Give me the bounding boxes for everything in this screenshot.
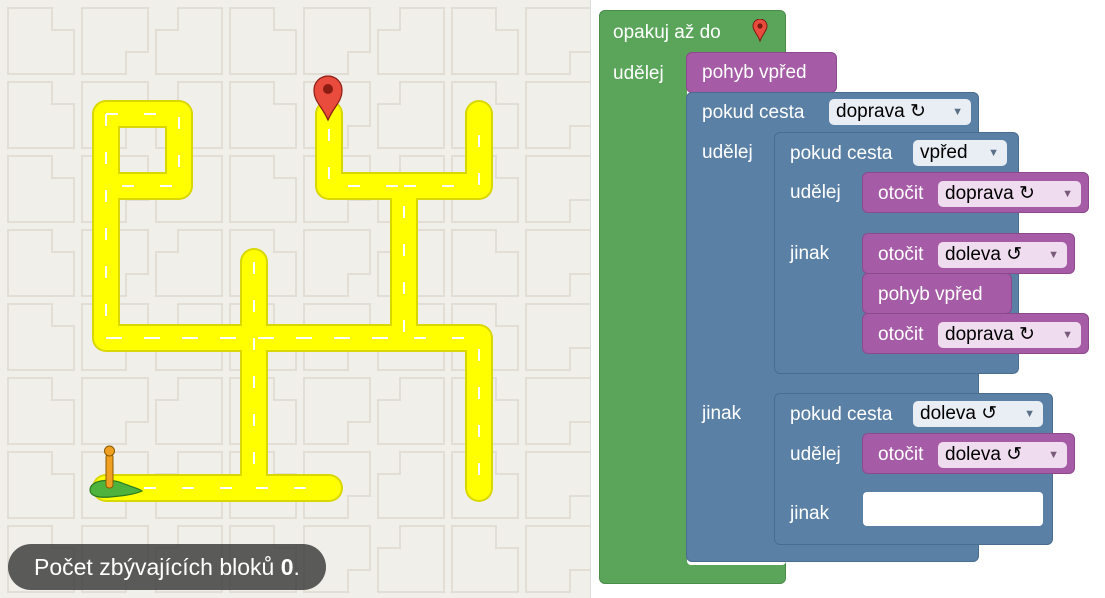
background-tile (155, 7, 223, 75)
turn-direction-value: doprava ↻ (945, 183, 1035, 204)
path-direction-dropdown[interactable]: vpřed ▼ (913, 140, 1007, 166)
background-tile (451, 525, 519, 593)
if-do-label: udělej (702, 142, 753, 163)
background-tile (525, 377, 590, 445)
move-forward-block[interactable]: pohyb vpřed (862, 273, 1012, 314)
turn-direction-value: doprava ↻ (945, 324, 1035, 345)
chevron-down-icon: ▼ (952, 106, 963, 118)
chevron-down-icon: ▼ (1048, 249, 1059, 261)
turn-label: otočit (878, 183, 924, 204)
if-path-label: pokud cesta (790, 143, 893, 164)
if-do-label: udělej (790, 444, 841, 465)
background-tile (229, 81, 297, 149)
if-path-label: pokud cesta (702, 102, 805, 123)
background-tile (303, 229, 371, 297)
remaining-blocks-status: Počet zbývajících bloků 0. (8, 544, 326, 590)
background-tile (377, 525, 445, 593)
background-tile (525, 229, 590, 297)
path-direction-dropdown[interactable]: doleva ↺ ▼ (913, 401, 1043, 427)
background-tile (229, 155, 297, 223)
move-forward-block[interactable]: pohyb vpřed (686, 52, 837, 93)
repeat-until-label: opakuj až do (613, 22, 721, 43)
background-tile (155, 377, 223, 445)
background-tile (377, 451, 445, 519)
maze-board (7, 7, 590, 593)
turn-label: otočit (878, 444, 924, 465)
background-tile (525, 303, 590, 371)
chevron-down-icon: ▼ (988, 147, 999, 159)
background-tile (229, 7, 297, 75)
background-tile (525, 155, 590, 223)
background-tile (7, 303, 75, 371)
remaining-blocks-count: 0 (280, 554, 294, 580)
background-tile (7, 377, 75, 445)
background-tile (81, 7, 149, 75)
background-tile (451, 7, 519, 75)
remaining-blocks-suffix: . (293, 554, 300, 580)
chevron-down-icon: ▼ (1024, 408, 1035, 420)
road-surface (94, 102, 491, 500)
background-tile (525, 451, 590, 519)
background-tile (303, 7, 371, 75)
if-else-label: jinak (702, 403, 742, 424)
background-tile (7, 451, 75, 519)
road-edge (92, 100, 493, 502)
path-direction-value: doprava ↻ (836, 101, 926, 122)
turn-label: otočit (878, 324, 924, 345)
chevron-down-icon: ▼ (1062, 329, 1073, 341)
turn-label: otočit (878, 244, 924, 265)
background-tile (155, 229, 223, 297)
background-tile (377, 377, 445, 445)
path-direction-value: doleva ↺ (920, 403, 998, 424)
turn-direction-value: doleva ↺ (945, 444, 1023, 465)
repeat-do-label: udělej (613, 63, 664, 84)
turn-right-block[interactable]: otočit doprava ↻ ▼ (862, 313, 1089, 354)
background-tile (303, 377, 371, 445)
background-tile (7, 155, 75, 223)
goal-marker-icon (752, 19, 768, 43)
if-else-label: jinak (790, 243, 830, 264)
turn-direction-dropdown[interactable]: doprava ↻ ▼ (938, 181, 1081, 207)
maze-area: Počet zbývajících bloků 0. (0, 0, 590, 598)
empty-else-slot[interactable] (863, 492, 1043, 526)
background-tile (525, 81, 590, 149)
turn-left-block[interactable]: otočit doleva ↺ ▼ (862, 233, 1075, 274)
move-forward-label: pohyb vpřed (702, 62, 807, 83)
if-else-label: jinak (790, 503, 830, 524)
move-forward-label: pohyb vpřed (878, 284, 983, 305)
blockly-workspace[interactable]: opakuj až do udělej pohyb vpřed pokud ce… (591, 0, 1105, 598)
chevron-down-icon: ▼ (1062, 188, 1073, 200)
turn-direction-dropdown[interactable]: doleva ↺ ▼ (938, 242, 1067, 268)
maze-road (92, 100, 493, 502)
background-tile (451, 229, 519, 297)
background-tile (7, 229, 75, 297)
pegman-player-icon (89, 445, 144, 498)
if-do-label: udělej (790, 182, 841, 203)
background-tile (525, 525, 590, 593)
background-tile (7, 81, 75, 149)
remaining-blocks-label: Počet zbývajících bloků (34, 554, 275, 580)
background-tile (377, 81, 445, 149)
turn-direction-dropdown[interactable]: doprava ↻ ▼ (938, 322, 1081, 348)
turn-right-block[interactable]: otočit doprava ↻ ▼ (862, 172, 1089, 213)
background-tile (81, 377, 149, 445)
background-tile (377, 7, 445, 75)
chevron-down-icon: ▼ (1048, 449, 1059, 461)
turn-left-block[interactable]: otočit doleva ↺ ▼ (862, 433, 1075, 474)
background-tile (7, 7, 75, 75)
turn-direction-value: doleva ↺ (945, 244, 1023, 265)
if-path-label: pokud cesta (790, 404, 893, 425)
background-tile (525, 7, 590, 75)
path-direction-value: vpřed (920, 142, 968, 163)
path-direction-dropdown[interactable]: doprava ↻ ▼ (829, 99, 971, 125)
road-markings (105, 113, 480, 489)
turn-direction-dropdown[interactable]: doleva ↺ ▼ (938, 442, 1067, 468)
